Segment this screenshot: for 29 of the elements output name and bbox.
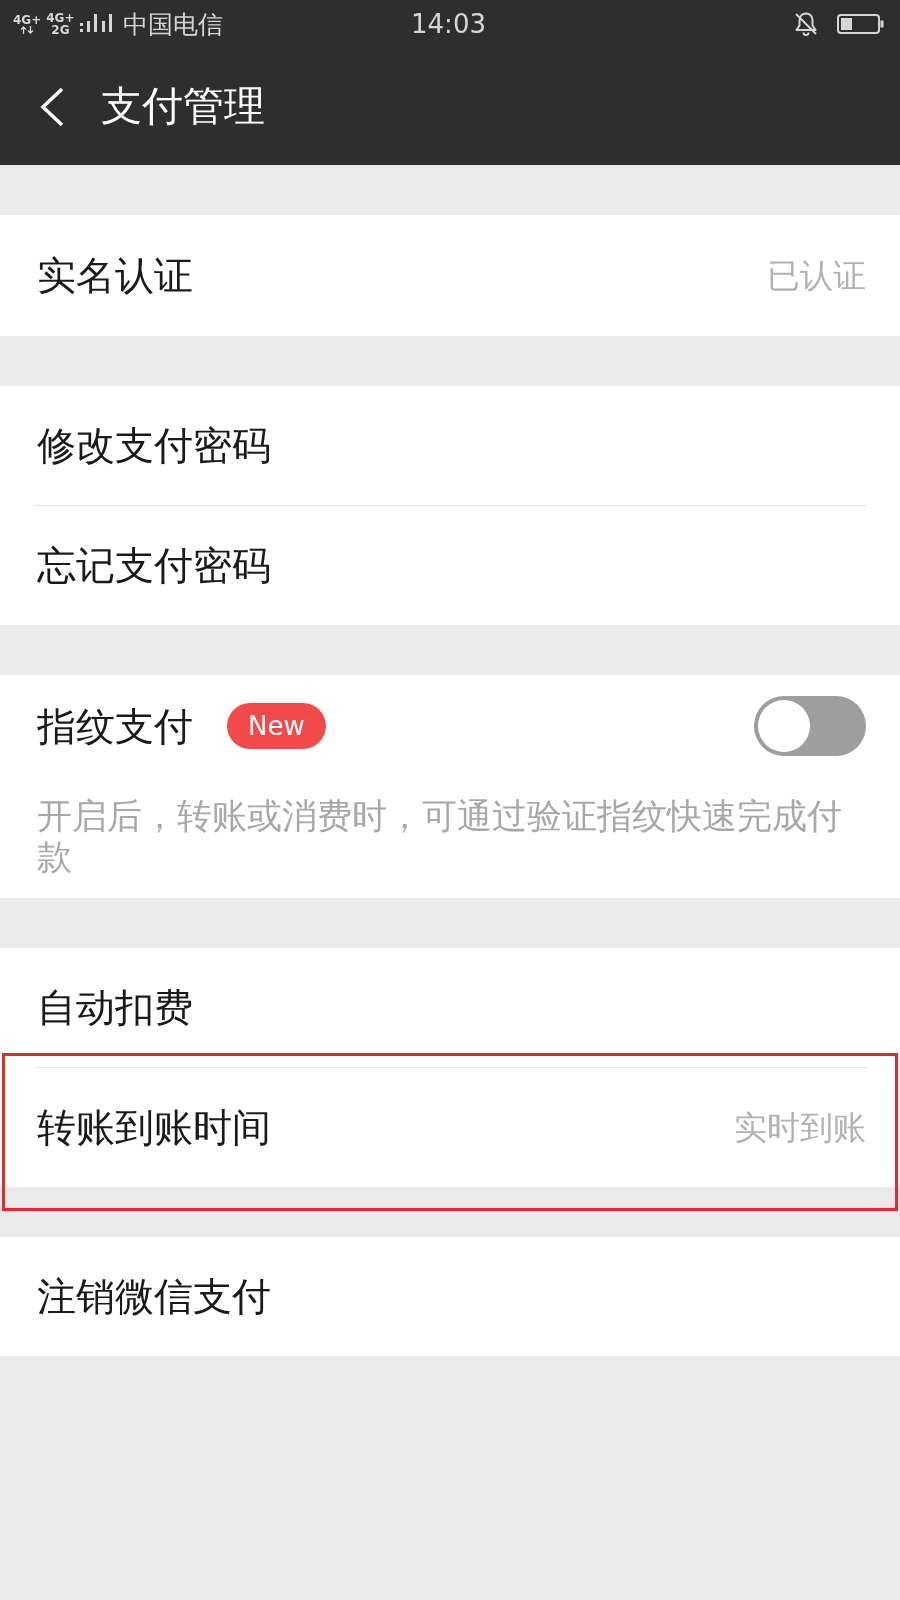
settings-row[interactable]: 转账到账时间 实时到账 [0, 1068, 900, 1187]
row-label: 忘记支付密码 [37, 546, 271, 585]
page-title: 支付管理 [101, 86, 265, 127]
toggle-switch[interactable] [754, 696, 866, 756]
row-label: 转账到账时间 [37, 1108, 271, 1147]
battery-icon [837, 14, 884, 34]
muted-bell-icon [794, 11, 818, 37]
row-label: 修改支付密码 [37, 426, 271, 465]
up-down-arrows-icon [20, 26, 35, 34]
settings-row[interactable]: 忘记支付密码 [0, 506, 900, 625]
clock-time: 14:03 [411, 11, 486, 37]
settings-row[interactable]: 注销微信支付 [0, 1237, 900, 1356]
row-value: 已认证 [767, 259, 866, 292]
network-label: 4G+ [13, 14, 42, 26]
row-label: 自动扣费 [37, 988, 193, 1027]
row-description: 开启后，转账或消费时，可通过验证指纹快速完成付款 [0, 777, 900, 898]
row-value: 实时到账 [734, 1111, 866, 1144]
network-label: 2G [51, 24, 70, 36]
back-button[interactable] [39, 86, 65, 127]
settings-row[interactable]: 自动扣费 [0, 948, 900, 1067]
row-label: 实名认证 [37, 256, 193, 295]
new-badge: New [227, 703, 326, 749]
back-chevron-icon [39, 86, 65, 127]
row-label: 注销微信支付 [37, 1277, 271, 1316]
settings-row[interactable]: 实名认证 已认证 [0, 215, 900, 336]
network-label: 4G+ [46, 12, 75, 24]
settings-row[interactable]: 修改支付密码 [0, 386, 900, 505]
row-label: 指纹支付 [37, 706, 193, 746]
carrier-name: 中国电信 [122, 11, 223, 37]
